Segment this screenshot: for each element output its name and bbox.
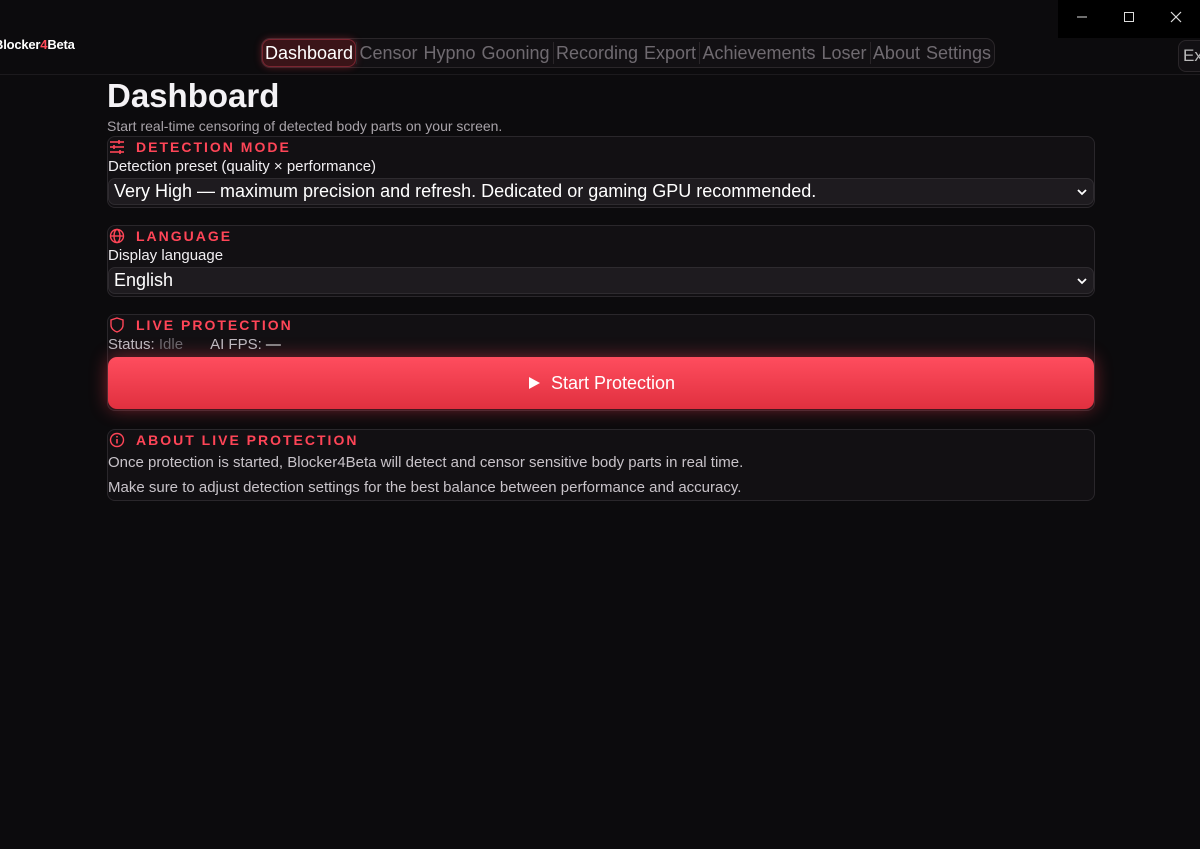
chevron-down-icon	[1076, 186, 1088, 198]
status-row: Status: Idle AI FPS: —	[108, 335, 1094, 355]
about-line-2: Make sure to adjust detection settings f…	[108, 479, 742, 496]
main-nav: Dashboard Censor Hypno Gooning Recording…	[261, 38, 995, 68]
status-value: Idle	[158, 336, 184, 353]
detection-mode-card: DETECTION MODE Detection preset (quality…	[107, 136, 1095, 208]
language-card: LANGUAGE Display language English	[107, 225, 1095, 297]
close-icon	[1170, 11, 1181, 23]
page-subtitle: Start real-time censoring of detected bo…	[107, 118, 503, 134]
shield-icon	[108, 316, 126, 334]
tab-about[interactable]: About	[870, 39, 923, 67]
maximize-icon	[1123, 12, 1134, 22]
title-bar: Blocker4Beta Dashboard Censor Hypno Goon…	[0, 0, 1200, 75]
dashboard-page: Dashboard Start real-time censoring of d…	[107, 76, 1095, 501]
live-protection-card: LIVE PROTECTION Status: Idle AI FPS: — S…	[107, 314, 1095, 411]
fps-value: —	[265, 336, 281, 353]
page-title: Dashboard	[107, 77, 280, 114]
language-select[interactable]: English	[108, 267, 1094, 294]
tab-dashboard[interactable]: Dashboard	[262, 39, 357, 67]
about-line-1: Once protection is started, Blocker4Beta…	[108, 454, 744, 471]
sliders-icon	[108, 138, 126, 156]
minimize-button[interactable]	[1058, 0, 1105, 34]
chevron-down-icon	[1076, 275, 1088, 287]
tab-censor[interactable]: Censor	[356, 39, 420, 67]
info-icon	[108, 431, 126, 449]
start-protection-button[interactable]: Start Protection	[108, 357, 1094, 409]
about-live-protection-card: ABOUT LIVE PROTECTION Once protection is…	[107, 429, 1095, 501]
window-controls	[1058, 0, 1200, 38]
status-label: Status:	[108, 336, 155, 353]
tab-achievements[interactable]: Achievements	[699, 39, 818, 67]
tab-recording[interactable]: Recording	[553, 39, 641, 67]
detection-preset-label: Detection preset (quality × performance)	[108, 158, 377, 175]
exit-button[interactable]: Exit	[1178, 40, 1200, 72]
tab-hypno[interactable]: Hypno	[420, 39, 478, 67]
maximize-button[interactable]	[1105, 0, 1152, 34]
live-protection-heading: LIVE PROTECTION	[108, 315, 1094, 335]
detection-mode-heading: DETECTION MODE	[108, 137, 1094, 157]
about-heading: ABOUT LIVE PROTECTION	[108, 430, 1094, 450]
close-button[interactable]	[1152, 0, 1199, 34]
minimize-icon	[1076, 16, 1087, 18]
tab-loser[interactable]: Loser	[819, 39, 870, 67]
tab-export[interactable]: Export	[641, 39, 699, 67]
globe-icon	[108, 227, 126, 245]
play-icon	[528, 377, 540, 389]
detection-preset-select[interactable]: Very High — maximum precision and refres…	[108, 178, 1094, 205]
tab-gooning[interactable]: Gooning	[479, 39, 553, 67]
app-logo: Blocker4Beta	[0, 37, 75, 52]
display-language-label: Display language	[108, 247, 224, 264]
language-heading: LANGUAGE	[108, 226, 1094, 246]
tab-settings[interactable]: Settings	[923, 39, 994, 67]
fps-label: AI FPS:	[210, 336, 262, 353]
